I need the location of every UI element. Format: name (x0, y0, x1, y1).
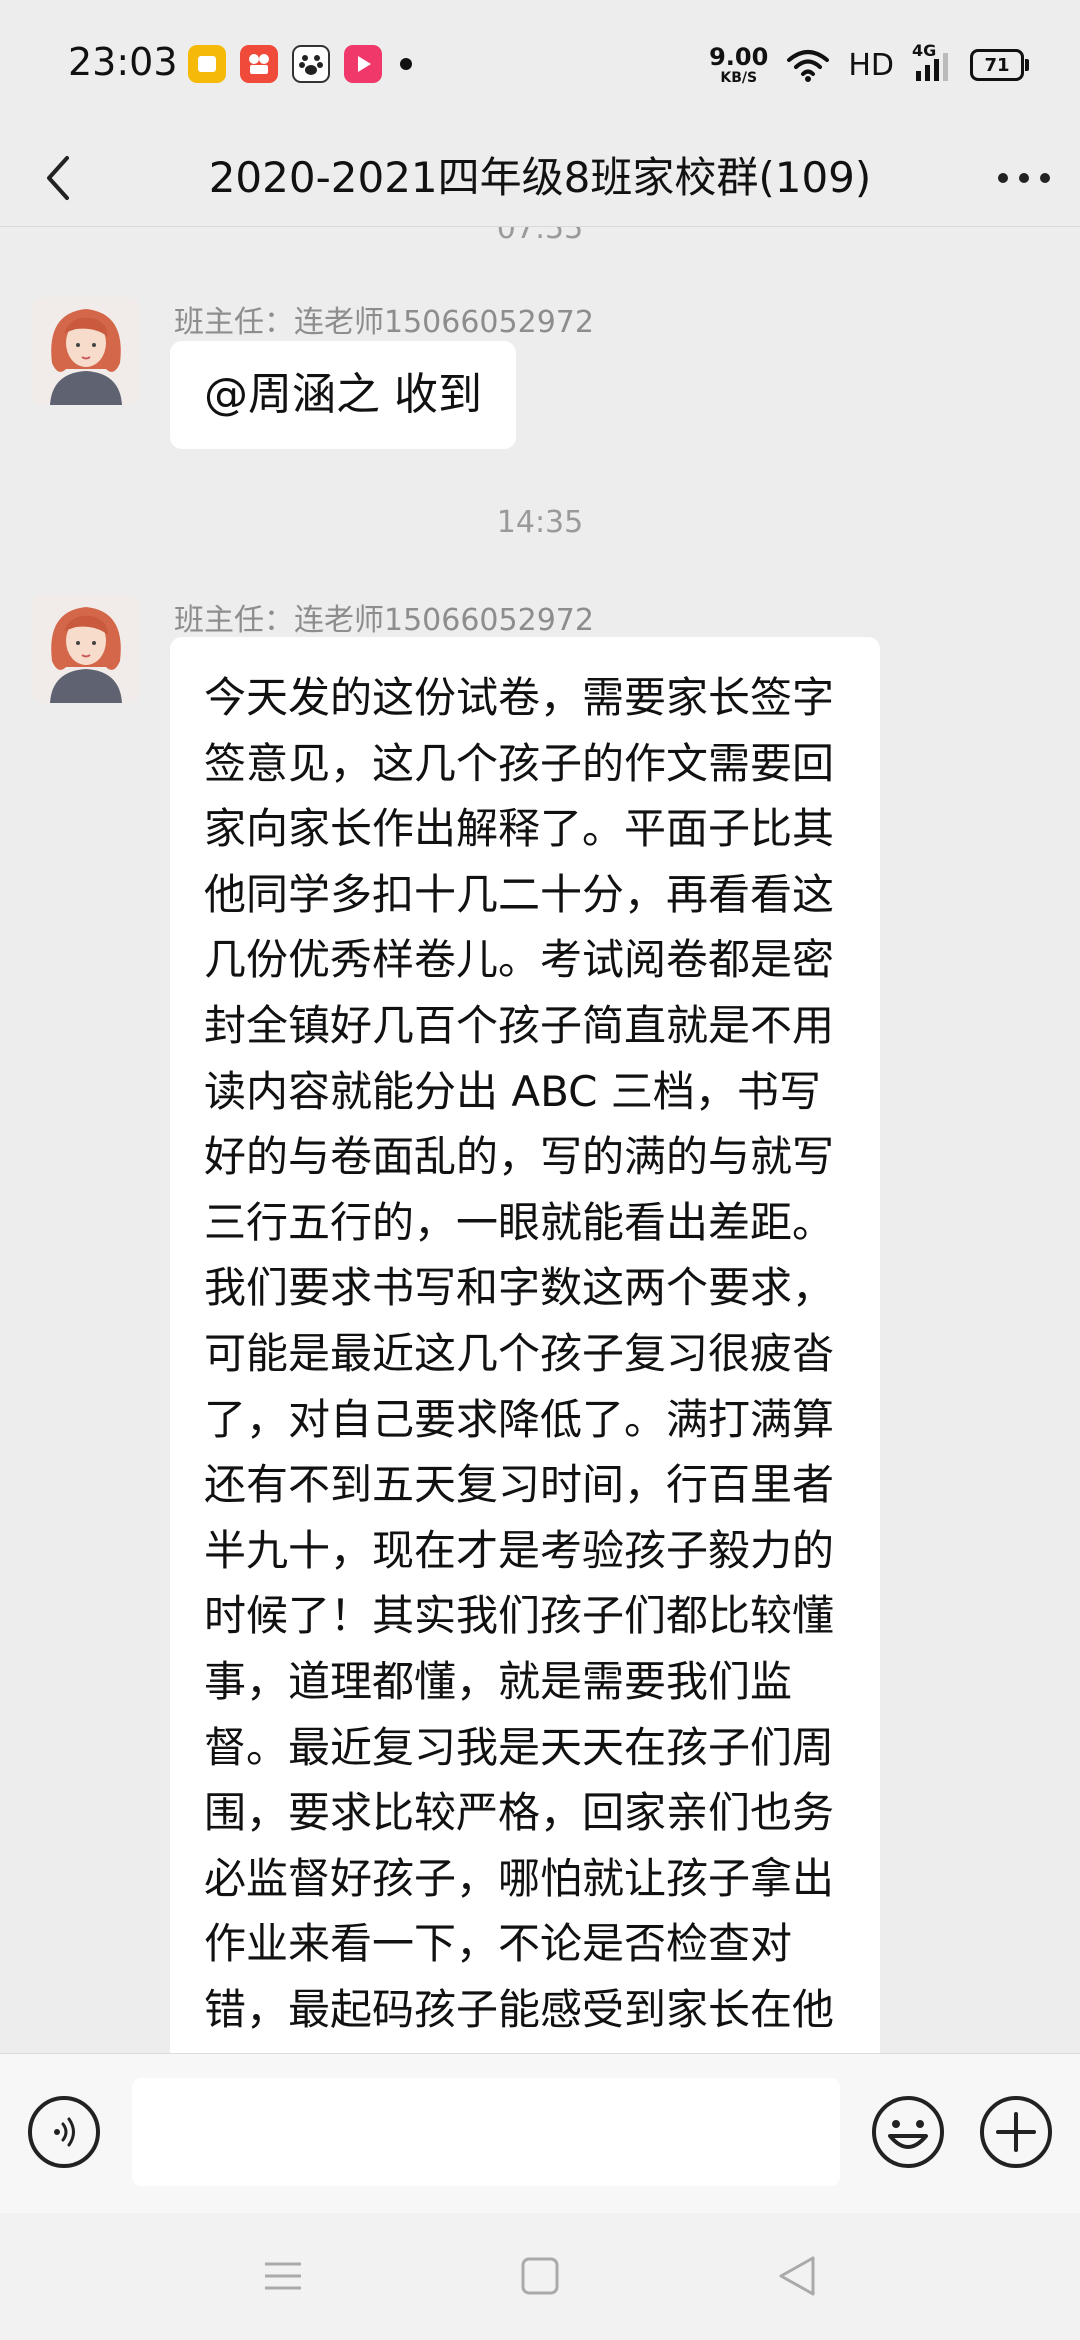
menu-icon (265, 2262, 301, 2290)
status-right: 9.00 KB/S HD 4G 71 (709, 40, 1029, 90)
voice-icon (54, 2117, 75, 2147)
net-speed: 9.00 KB/S (709, 45, 768, 85)
avatar-illustration (32, 297, 140, 405)
message-bubble[interactable]: @周涵之 收到 (170, 341, 516, 449)
plus-circle-icon (980, 2096, 1052, 2168)
nav-menu-button[interactable] (248, 2241, 318, 2311)
message-timestamp: 07:55 (496, 227, 584, 246)
message-input[interactable] (132, 2078, 840, 2186)
hd-label: HD (848, 47, 894, 83)
sender-avatar[interactable] (32, 595, 140, 703)
system-nav-bar (0, 2213, 1080, 2340)
more-actions-button[interactable] (978, 2094, 1054, 2170)
more-notifications-dot (400, 58, 412, 70)
voice-input-button[interactable] (28, 2096, 100, 2168)
baidu-app-icon (292, 45, 330, 83)
home-square-icon (521, 2257, 559, 2295)
chevron-left-icon (47, 156, 69, 200)
play-app-icon (344, 45, 382, 83)
message-text: 今天发的这份试卷，需要家长签字签意见，这几个孩子的作文需要回家向家长作出解释了。… (204, 673, 835, 2053)
more-options-button[interactable] (994, 148, 1054, 208)
sender-name: 班主任：连老师15066052972 (174, 305, 594, 340)
status-app-icons (188, 44, 412, 84)
net-speed-unit: KB/S (720, 70, 758, 86)
nav-home-button[interactable] (505, 2241, 575, 2311)
notes-app-icon (188, 45, 226, 83)
net-speed-value: 9.00 (709, 43, 769, 71)
back-triangle-icon (779, 2256, 815, 2296)
chat-title: 2020-2021四年级8班家校群(109) (208, 153, 872, 202)
avatar-illustration (32, 595, 140, 703)
message-list[interactable]: 07:55 班主任：连老师15066052972 @周涵之 收到 14:35 班… (0, 227, 1080, 2053)
emoji-icon (872, 2096, 944, 2168)
input-bar (0, 2053, 1080, 2214)
emoji-button[interactable] (870, 2094, 946, 2170)
wifi-icon (787, 50, 830, 82)
battery-level: 71 (984, 54, 1010, 76)
status-time: 23:03 (68, 40, 178, 84)
sender-name: 班主任：连老师15066052972 (174, 603, 594, 638)
battery-icon: 71 (970, 49, 1029, 81)
message-bubble[interactable]: 今天发的这份试卷，需要家长签字签意见，这几个孩子的作文需要回家向家长作出解释了。… (170, 637, 880, 2053)
more-dots-icon (998, 173, 1050, 183)
nav-back-button[interactable] (762, 2241, 832, 2311)
chat-header: 2020-2021四年级8班家校群(109) (0, 130, 1080, 227)
message-text: @周涵之 收到 (204, 369, 482, 420)
message-timestamp: 14:35 (496, 505, 584, 540)
sender-avatar[interactable] (32, 297, 140, 405)
status-bar: 23:03 9.00 KB/S HD 4G 71 (0, 0, 1080, 130)
video-app-icon (240, 45, 278, 83)
cellular-signal-icon: 4G (912, 41, 952, 85)
back-button[interactable] (28, 148, 88, 208)
